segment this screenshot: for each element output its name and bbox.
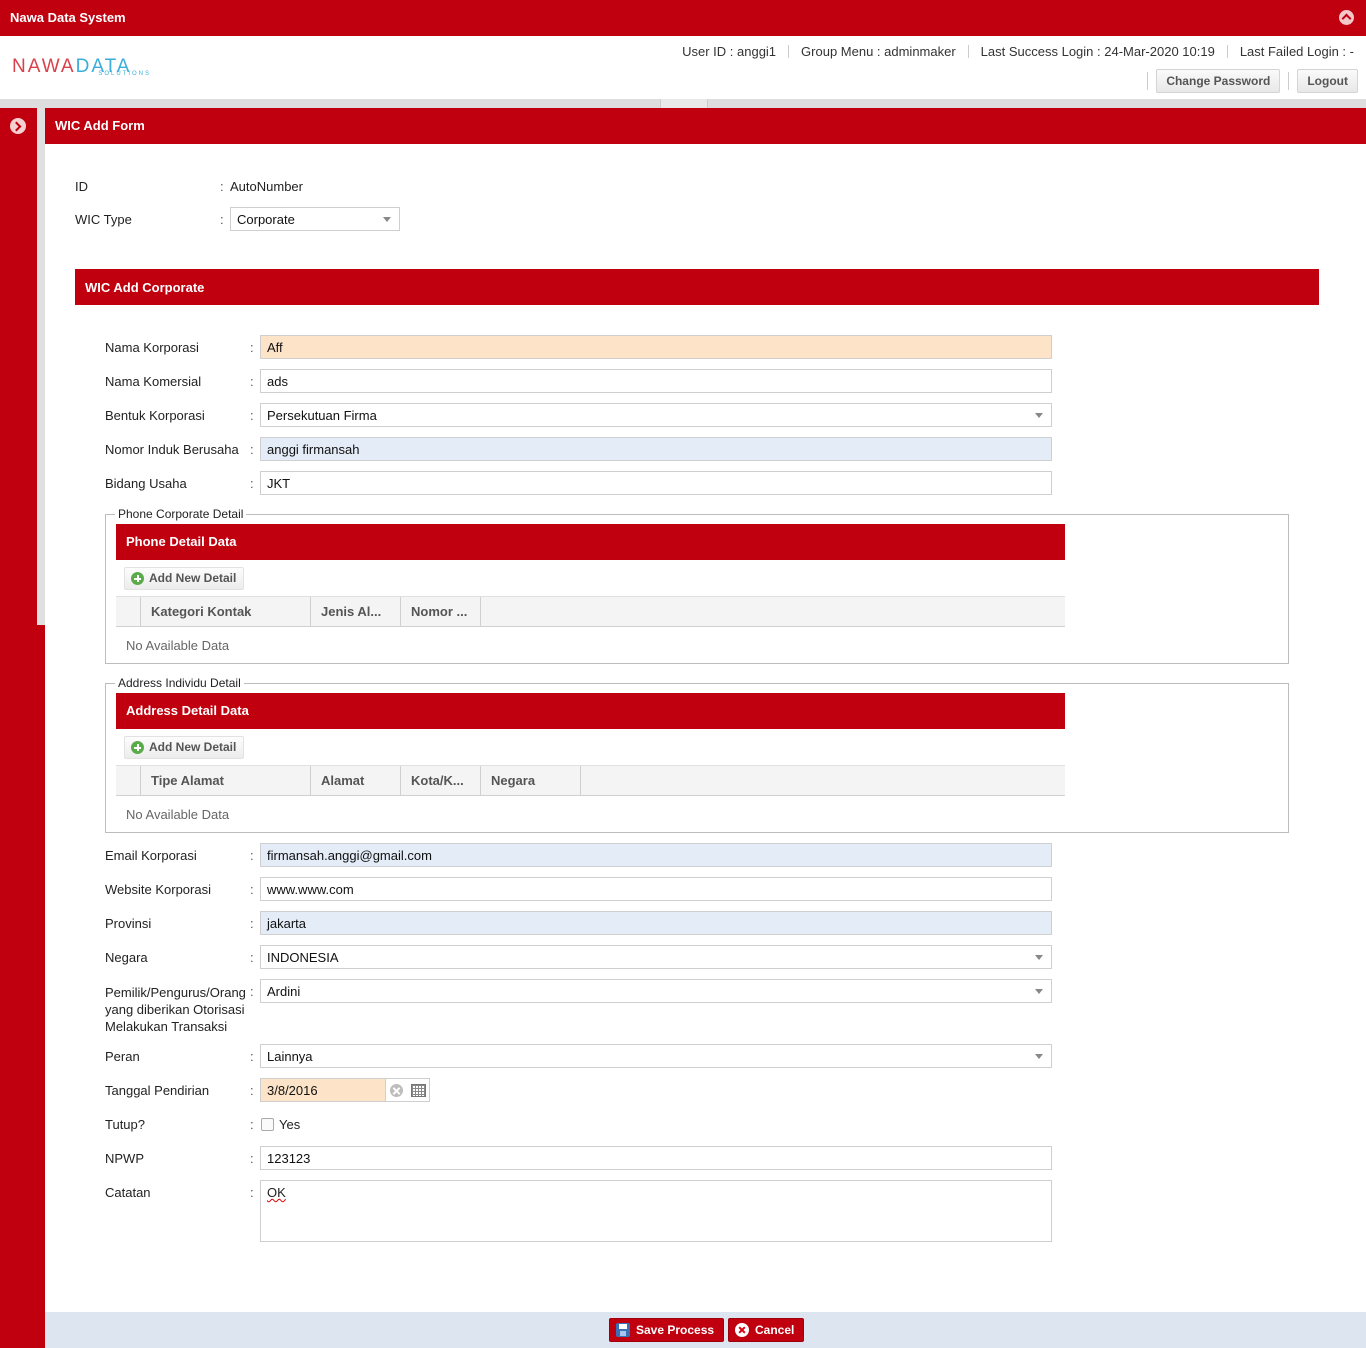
nama-komersial-label: Nama Komersial <box>105 374 202 389</box>
column-header[interactable]: Kategori Kontak <box>141 597 311 626</box>
add-icon <box>131 741 144 754</box>
user-id: User ID : anggi1 <box>682 44 777 59</box>
column-header[interactable]: Tipe Alamat <box>141 766 311 795</box>
west-panel-collapsed <box>0 108 45 1348</box>
bentuk-korporasi-select[interactable]: Persekutuan Firma <box>260 403 1052 427</box>
cancel-icon <box>735 1323 749 1337</box>
nomor-induk-input[interactable]: anggi firmansah <box>260 437 1052 461</box>
npwp-label: NPWP <box>105 1151 144 1166</box>
cancel-button[interactable]: Cancel <box>728 1318 805 1342</box>
column-header[interactable]: Kota/K... <box>401 766 481 795</box>
tanggal-input[interactable]: 3/8/2016 <box>260 1078 386 1102</box>
email-label: Email Korporasi <box>105 848 197 863</box>
website-label: Website Korporasi <box>105 882 211 897</box>
bidang-usaha-label: Bidang Usaha <box>105 476 187 491</box>
column-header[interactable]: Alamat <box>311 766 401 795</box>
save-icon <box>616 1323 630 1337</box>
row-number-column <box>116 766 141 795</box>
last-success-login: Last Success Login : 24-Mar-2020 10:19 <box>980 44 1215 59</box>
app-titlebar: Nawa Data System <box>0 0 1366 36</box>
provinsi-input[interactable]: jakarta <box>260 911 1052 935</box>
column-header[interactable]: Nomor ... <box>401 597 481 626</box>
address-fieldset-legend: Address Individu Detail <box>115 676 244 690</box>
user-info: User ID : anggi1 Group Menu : adminmaker L… <box>682 44 1354 59</box>
phone-grid-header: Kategori Kontak Jenis Al... Nomor ... <box>116 596 1065 627</box>
phone-grid-title: Phone Detail Data <box>116 524 1065 560</box>
tutup-label: Tutup? <box>105 1117 145 1132</box>
catatan-label: Catatan <box>105 1185 151 1200</box>
tutup-option-label[interactable]: Yes <box>279 1117 300 1132</box>
row-number-column <box>116 597 141 626</box>
negara-label: Negara <box>105 950 148 965</box>
peran-label: Peran <box>105 1049 140 1064</box>
phone-add-button[interactable]: Add New Detail <box>124 567 245 590</box>
header: NAWADATA SOLUTIONS User ID : anggi1 Group… <box>0 36 1366 100</box>
nama-korporasi-label: Nama Korporasi <box>105 340 199 355</box>
form-footer: Save Process Cancel <box>45 1312 1366 1348</box>
nama-korporasi-input[interactable]: Aff <box>260 335 1052 359</box>
id-label: ID <box>75 179 88 194</box>
npwp-input[interactable]: 123123 <box>260 1146 1052 1170</box>
company-logo: NAWADATA SOLUTIONS <box>12 56 151 78</box>
corporate-section-title: WIC Add Corporate <box>75 269 1319 305</box>
pemilik-select[interactable]: Ardini <box>260 979 1052 1003</box>
negara-select[interactable]: INDONESIA <box>260 945 1052 969</box>
address-empty-text: No Available Data <box>126 807 230 822</box>
email-input[interactable]: firmansah.anggi@gmail.com <box>260 843 1052 867</box>
phone-fieldset-legend: Phone Corporate Detail <box>115 507 247 521</box>
tutup-checkbox[interactable] <box>261 1118 274 1131</box>
collapse-up-icon[interactable] <box>1339 10 1354 25</box>
calendar-icon[interactable] <box>411 1084 426 1097</box>
header-buttons: Change Password Logout <box>1147 69 1358 93</box>
header-splitter[interactable] <box>0 99 1366 108</box>
bentuk-korporasi-label: Bentuk Korporasi <box>105 408 205 423</box>
form-title: WIC Add Form <box>45 108 1366 144</box>
west-panel-splitter[interactable] <box>37 108 45 625</box>
save-process-button[interactable]: Save Process <box>609 1318 725 1342</box>
bidang-usaha-input[interactable]: JKT <box>260 471 1052 495</box>
logout-button[interactable]: Logout <box>1297 69 1358 93</box>
address-add-button[interactable]: Add New Detail <box>124 736 245 759</box>
group-menu: Group Menu : adminmaker <box>801 44 956 59</box>
id-value: AutoNumber <box>230 179 303 194</box>
column-header[interactable]: Jenis Al... <box>311 597 401 626</box>
add-icon <box>131 572 144 585</box>
splitter-handle[interactable] <box>660 99 708 108</box>
catatan-textarea[interactable]: OK <box>260 1180 1052 1242</box>
app-title: Nawa Data System <box>10 10 126 25</box>
provinsi-label: Provinsi <box>105 916 152 931</box>
change-password-button[interactable]: Change Password <box>1156 69 1281 93</box>
website-input[interactable]: www.www.com <box>260 877 1052 901</box>
address-grid-header: Tipe Alamat Alamat Kota/K... Negara <box>116 765 1065 796</box>
address-grid-title: Address Detail Data <box>116 693 1065 729</box>
nama-komersial-input[interactable]: ads <box>260 369 1052 393</box>
peran-select[interactable]: Lainnya <box>260 1044 1052 1068</box>
last-failed-login: Last Failed Login : - <box>1239 44 1354 59</box>
tanggal-label: Tanggal Pendirian <box>105 1083 210 1098</box>
nomor-induk-label: Nomor Induk Berusaha <box>105 442 239 457</box>
column-header[interactable]: Negara <box>481 766 581 795</box>
clear-icon[interactable] <box>390 1084 403 1097</box>
expand-west-icon[interactable] <box>10 118 26 134</box>
pemilik-label: Pemilik/Pengurus/Orang yang diberikan Ot… <box>105 985 246 1034</box>
wic-type-label: WIC Type <box>75 212 132 227</box>
wic-type-select[interactable]: Corporate <box>230 207 400 231</box>
phone-empty-text: No Available Data <box>126 638 230 653</box>
